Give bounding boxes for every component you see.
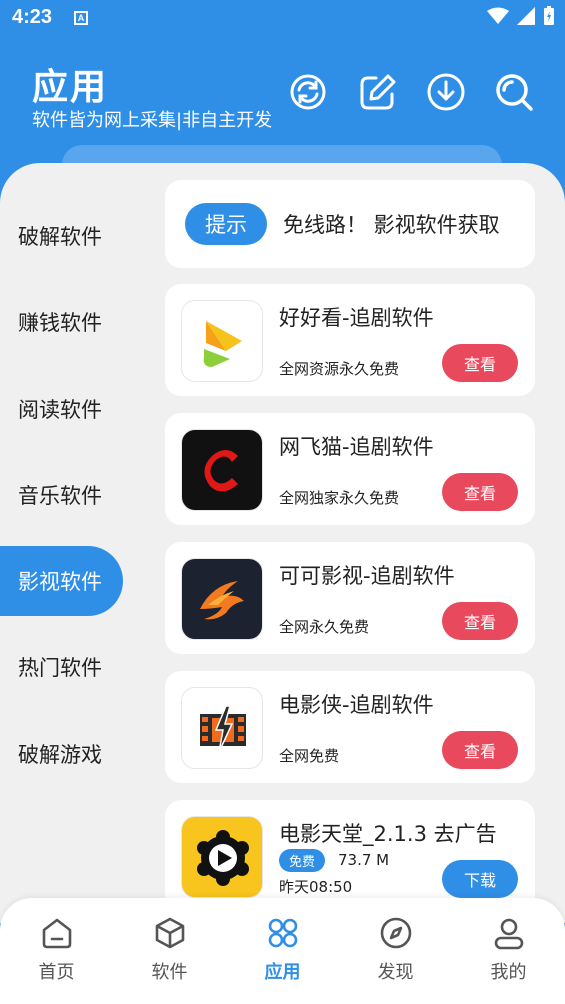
app-title: 可可影视-追剧软件 [279,564,455,588]
sidebar-item-crack-software[interactable]: 破解软件 [0,193,160,279]
list-item[interactable]: 电影侠-追剧软件 全网免费 查看 [165,671,535,783]
refresh-icon [290,74,326,110]
main-panel: 破解软件 赚钱软件 阅读软件 音乐软件 影视软件 热门软件 破解游戏 提示 免线… [0,163,565,923]
sidebar-item-earn-money[interactable]: 赚钱软件 [0,279,160,365]
sidebar-item-label: 赚钱软件 [18,311,102,336]
nav-item-discover[interactable]: 发现 [339,898,452,1004]
nav-label: 应用 [264,962,301,983]
haohaokan-icon [181,300,263,382]
app-date: 昨天08:50 [279,878,353,896]
edit-icon [360,74,396,110]
app-desc: 全网永久免费 [279,618,370,636]
download-button[interactable] [426,72,466,112]
view-button[interactable]: 查看 [442,473,518,511]
apps-icon [268,918,297,948]
page-title: 应用 [32,67,109,108]
nav-item-apps[interactable]: 应用 [226,898,339,1004]
home-icon [42,918,71,949]
view-button[interactable]: 查看 [442,731,518,769]
cube-icon [155,917,184,949]
app-desc: 全网资源永久免费 [279,360,400,378]
list-item[interactable]: 电影天堂_2.1.3 去广告 免费 73.7 M 昨天08:50 下载 [165,800,535,912]
sidebar-item-label: 热门软件 [18,656,102,681]
notice-text: 免线路！ 影视软件获取 [283,213,500,237]
nav-label: 发现 [377,962,414,983]
bottom-nav: 首页 软件 应用 发现 我的 [0,898,565,1004]
list-item[interactable]: 可可影视-追剧软件 全网永久免费 查看 [165,542,535,654]
nav-label: 我的 [490,962,527,983]
app-title: 电影天堂_2.1.3 去广告 [279,822,497,846]
nav-label: 首页 [38,962,75,983]
page-subtitle: 软件皆为网上采集|非自主开发 [32,110,273,131]
nav-item-software[interactable]: 软件 [113,898,226,1004]
status-icons [487,6,555,26]
app-title: 电影侠-追剧软件 [279,693,434,717]
refresh-button[interactable] [288,72,328,112]
sidebar-item-label: 阅读软件 [18,397,102,422]
app-title: 网飞猫-追剧软件 [279,435,434,459]
keke-icon [181,558,263,640]
sidebar-item-label: 音乐软件 [18,484,102,509]
notification-a-icon: A [74,11,88,25]
app-size: 73.7 M [338,851,390,869]
edit-button[interactable] [358,72,398,112]
notice-banner: 提示 免线路！ 影视软件获取 [165,180,535,268]
download-button[interactable]: 下载 [442,860,518,898]
sidebar-item-music[interactable]: 音乐软件 [0,452,160,538]
signal-icon [517,7,535,25]
dianyingtiantang-icon [181,816,263,898]
download-icon [427,73,465,111]
category-sidebar: 破解软件 赚钱软件 阅读软件 音乐软件 影视软件 热门软件 破解游戏 [0,193,160,797]
sidebar-item-reading[interactable]: 阅读软件 [0,366,160,452]
app-title: 好好看-追剧软件 [279,306,434,330]
sidebar-item-video[interactable]: 影视软件 [0,546,123,617]
view-button[interactable]: 查看 [442,344,518,382]
search-button[interactable] [494,72,534,112]
wifi-icon [487,7,509,24]
sidebar-item-crack-games[interactable]: 破解游戏 [0,710,160,796]
sidebar-item-label: 影视软件 [18,570,102,595]
battery-icon [544,6,554,25]
app-desc: 全网独家永久免费 [279,489,400,507]
user-icon [494,918,523,950]
sidebar-item-label: 破解软件 [18,225,102,250]
dianyingxia-icon [181,687,263,769]
sidebar-item-popular[interactable]: 热门软件 [0,624,160,710]
view-button[interactable]: 查看 [442,602,518,640]
nav-item-me[interactable]: 我的 [452,898,565,1004]
app-desc: 全网免费 [279,747,340,765]
search-icon [496,74,533,111]
compass-icon [380,917,411,949]
app-list: 提示 免线路！ 影视软件获取 好好看-追剧软件 全网资源永久免费 查看 网飞猫-… [165,180,535,923]
free-badge: 免费 [279,849,326,872]
sidebar-item-label: 破解游戏 [18,742,102,767]
nav-label: 软件 [151,962,188,983]
wangfeimao-icon [181,429,263,511]
nav-item-home[interactable]: 首页 [0,898,113,1004]
list-item[interactable]: 好好看-追剧软件 全网资源永久免费 查看 [165,284,535,396]
status-time: 4:23 [12,6,53,28]
notice-tag: 提示 [185,203,267,245]
list-item[interactable]: 网飞猫-追剧软件 全网独家永久免费 查看 [165,413,535,525]
